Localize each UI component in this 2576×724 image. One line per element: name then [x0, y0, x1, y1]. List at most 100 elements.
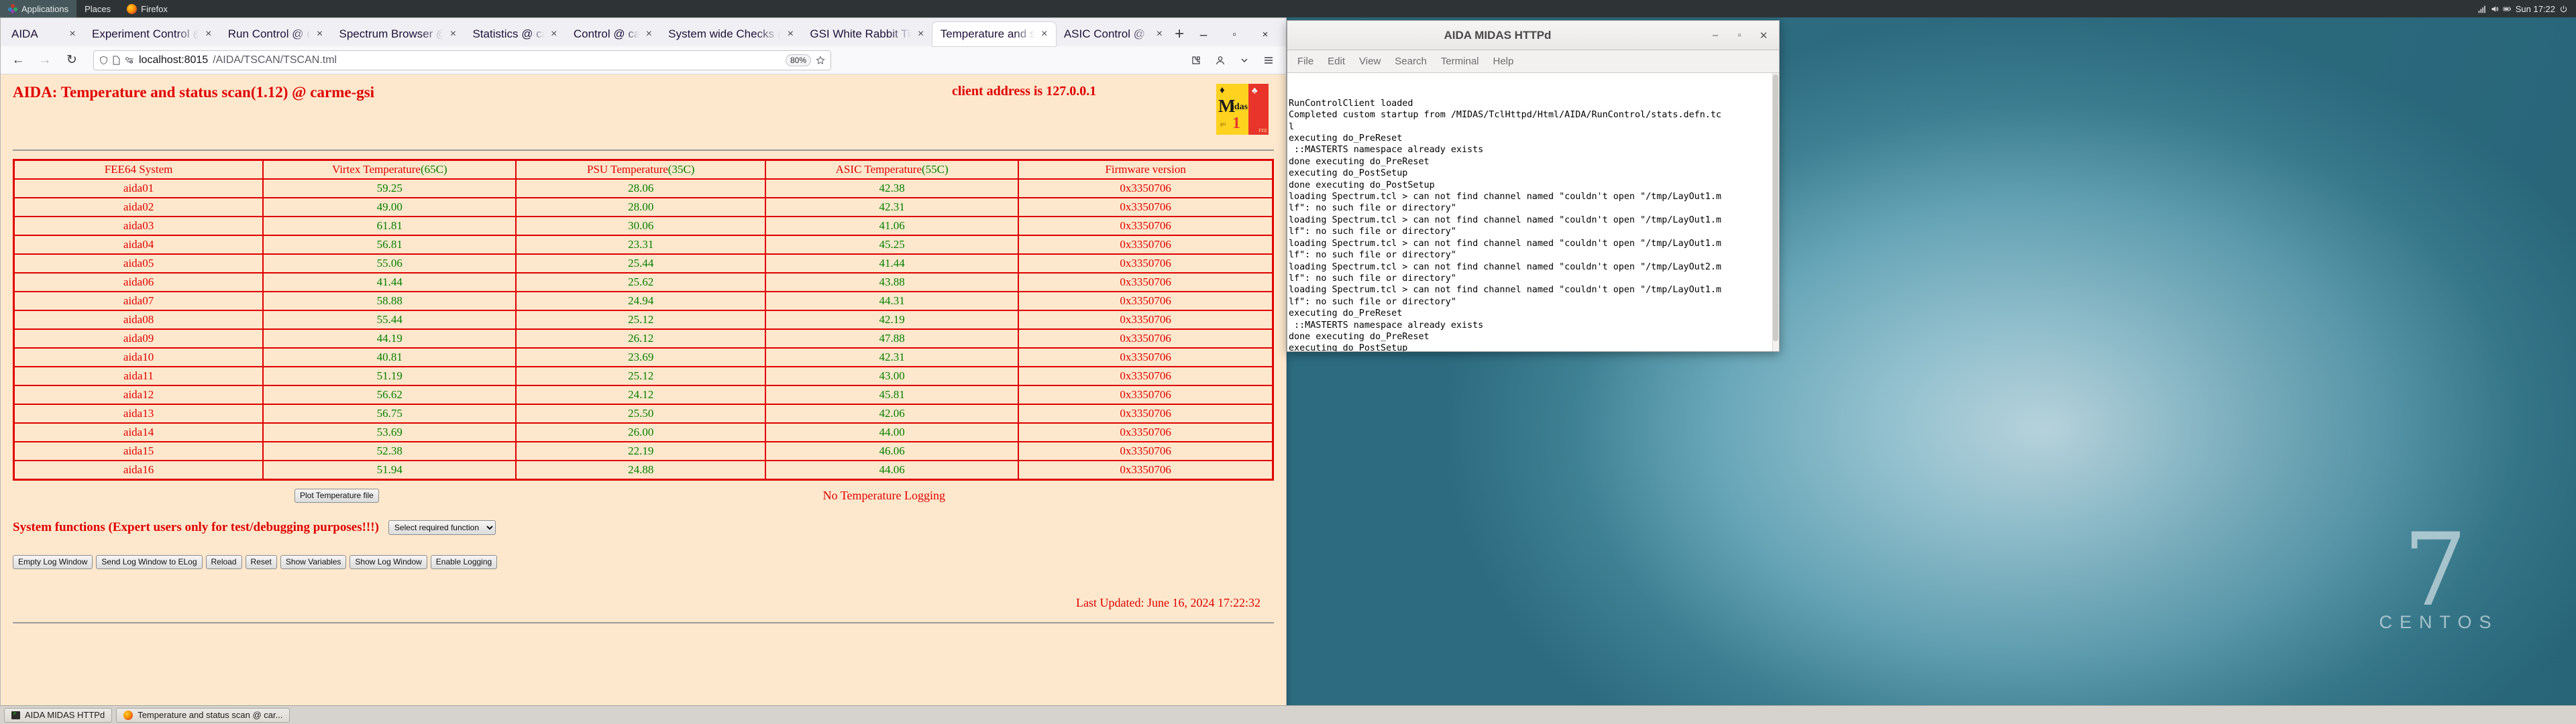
expert-button-empty-log-window[interactable]: Empty Log Window — [13, 555, 93, 569]
terminal-output[interactable]: RunControlClient loadedCompleted custom … — [1287, 73, 1779, 351]
permissions-icon[interactable] — [125, 56, 134, 64]
terminal-line: executing do_PostSetup — [1289, 168, 1779, 179]
app-menu-icon[interactable] — [1258, 50, 1279, 70]
page-header-row: AIDA: Temperature and status scan(1.12) … — [13, 84, 1274, 135]
expert-button-show-log-window[interactable]: Show Log Window — [350, 555, 427, 569]
expert-button-reload[interactable]: Reload — [206, 555, 242, 569]
midas-logo-small-text: gsi — [1220, 121, 1226, 127]
taskbar-item-terminal[interactable]: AIDA MIDAS HTTPd — [4, 708, 112, 723]
back-button[interactable]: ← — [7, 50, 29, 70]
applications-menu[interactable]: Applications — [0, 0, 76, 17]
cell-asic-temperature: 46.06 — [765, 442, 1018, 461]
reload-button[interactable]: ↻ — [61, 50, 83, 70]
shield-icon[interactable] — [99, 56, 108, 65]
cell-psu-temperature: 26.00 — [516, 423, 765, 442]
panel-clock: Sun 17:22 — [2516, 4, 2555, 14]
client-address: client address is 127.0.0.1 — [952, 84, 1096, 99]
table-row: aida0249.0028.0042.310x3350706 — [14, 198, 1273, 217]
places-menu[interactable]: Places — [76, 0, 119, 17]
tab-close-icon[interactable]: × — [1154, 28, 1165, 40]
expert-button-reset[interactable]: Reset — [246, 555, 277, 569]
overflow-menu-icon[interactable] — [1234, 50, 1255, 70]
terminal-line: done executing do_PreReset — [1289, 156, 1779, 168]
forward-button[interactable]: → — [34, 50, 56, 70]
column-header-virtex: Virtex Temperature(65C) — [263, 160, 516, 180]
bookmark-star-icon[interactable] — [816, 56, 825, 65]
tab-label: Control @ carme-gsi — [574, 27, 639, 41]
cell-fee64-system: aida07 — [14, 292, 264, 310]
window-close-button[interactable]: × — [1250, 23, 1281, 46]
terminal-minimize-button[interactable]: – — [1704, 25, 1727, 46]
terminal-menu-search[interactable]: Search — [1389, 54, 1433, 69]
browser-tab-control[interactable]: Control @ carme-gsi × — [566, 22, 660, 46]
table-header-row: FEE64 System Virtex Temperature(65C) PSU… — [14, 160, 1273, 180]
terminal-menu-edit[interactable]: Edit — [1322, 54, 1351, 69]
midas-logo-icon: ♦ ♣ M idas gsi 1 FEE — [1216, 84, 1269, 135]
cell-psu-temperature: 23.69 — [516, 348, 765, 367]
terminal-line: executing do_PreReset — [1289, 133, 1779, 144]
tab-close-icon[interactable]: × — [67, 28, 78, 40]
browser-tab-asic-control[interactable]: ASIC Control @ carme-gsi × — [1056, 22, 1171, 46]
terminal-line: loading Spectrum.tcl > can not find chan… — [1289, 261, 1779, 273]
table-row: aida1256.6224.1245.810x3350706 — [14, 385, 1273, 404]
terminal-maximize-button[interactable]: ▫ — [1728, 25, 1751, 46]
window-maximize-button[interactable]: ▫ — [1219, 23, 1250, 46]
browser-tab-experiment-control[interactable]: Experiment Control @ carme-gsi × — [84, 22, 220, 46]
terminal-menu-view[interactable]: View — [1353, 54, 1387, 69]
cell-fee64-system: aida12 — [14, 385, 264, 404]
terminal-menu-help[interactable]: Help — [1487, 54, 1520, 69]
tab-close-icon[interactable]: × — [549, 28, 559, 40]
tab-close-icon[interactable]: × — [916, 28, 926, 40]
tab-close-icon[interactable]: × — [203, 28, 214, 40]
browser-tab-spectrum-browser[interactable]: Spectrum Browser @ carme-gsi × — [331, 22, 465, 46]
terminal-menu-file[interactable]: File — [1291, 54, 1320, 69]
terminal-line: done executing do_PostSetup — [1289, 180, 1779, 191]
table-row: aida1552.3822.1946.060x3350706 — [14, 442, 1273, 461]
window-minimize-button[interactable]: – — [1188, 23, 1219, 46]
browser-tab-system-wide-checks[interactable]: System wide Checks @ carme-gsi × — [660, 22, 802, 46]
cell-fee64-system: aida02 — [14, 198, 264, 217]
tab-close-icon[interactable]: × — [785, 28, 796, 40]
cell-virtex-temperature: 51.19 — [263, 367, 516, 385]
system-function-select[interactable]: Select required function — [388, 520, 496, 535]
page-title: AIDA: Temperature and status scan(1.12) … — [13, 84, 374, 101]
tab-close-icon[interactable]: × — [1039, 28, 1050, 40]
extensions-icon[interactable] — [1185, 50, 1207, 70]
tab-label: Run Control @ carme-gsi — [228, 27, 311, 41]
tab-close-icon[interactable]: × — [447, 28, 458, 40]
url-bar[interactable]: localhost:8015/AIDA/TSCAN/TSCAN.tml 80% — [93, 50, 831, 70]
cell-virtex-temperature: 52.38 — [263, 442, 516, 461]
browser-tab-run-control[interactable]: Run Control @ carme-gsi × — [220, 22, 331, 46]
new-tab-button[interactable]: + — [1171, 22, 1188, 46]
browser-tab-aida[interactable]: AIDA × — [3, 22, 84, 46]
tab-close-icon[interactable]: × — [643, 28, 654, 40]
expert-button-send-log-window-to-elog[interactable]: Send Log Window to ELog — [96, 555, 202, 569]
tab-label: Statistics @ carme-gsi — [472, 27, 544, 41]
browser-tab-statistics[interactable]: Statistics @ carme-gsi × — [464, 22, 565, 46]
terminal-line: loading Spectrum.tcl > can not find chan… — [1289, 284, 1779, 296]
browser-tab-temperature-scan[interactable]: Temperature and status scan × — [932, 22, 1056, 46]
terminal-scrollbar-thumb[interactable] — [1773, 74, 1778, 341]
browser-window-controls: – ▫ × — [1188, 22, 1283, 46]
network-icon — [2477, 5, 2486, 13]
terminal-menu-terminal[interactable]: Terminal — [1435, 54, 1485, 69]
terminal-titlebar[interactable]: AIDA MIDAS HTTPd – ▫ ✕ — [1287, 21, 1779, 50]
account-icon[interactable] — [1210, 50, 1231, 70]
expert-button-enable-logging[interactable]: Enable Logging — [431, 555, 497, 569]
cell-psu-temperature: 25.44 — [516, 254, 765, 273]
firefox-window-menu[interactable]: Firefox — [119, 0, 176, 17]
tab-label: Temperature and status scan — [941, 27, 1035, 41]
taskbar-item-firefox[interactable]: Temperature and status scan @ car... — [116, 708, 290, 723]
zoom-level-indicator[interactable]: 80% — [786, 54, 811, 66]
expert-button-show-variables[interactable]: Show Variables — [280, 555, 347, 569]
col-limit: (35C) — [668, 163, 695, 176]
panel-status-icons[interactable]: Sun 17:22 — [2469, 0, 2576, 17]
browser-tab-white-rabbit[interactable]: GSI White Rabbit Time Service × — [802, 22, 932, 46]
cell-asic-temperature: 42.38 — [765, 179, 1018, 198]
tab-close-icon[interactable]: × — [315, 28, 325, 40]
terminal-scrollbar[interactable] — [1772, 73, 1779, 351]
page-info-icon[interactable] — [113, 56, 120, 65]
temperature-status-table: FEE64 System Virtex Temperature(65C) PSU… — [13, 159, 1274, 481]
terminal-close-button[interactable]: ✕ — [1752, 25, 1775, 46]
plot-temperature-file-button[interactable]: Plot Temperature file — [294, 489, 379, 503]
